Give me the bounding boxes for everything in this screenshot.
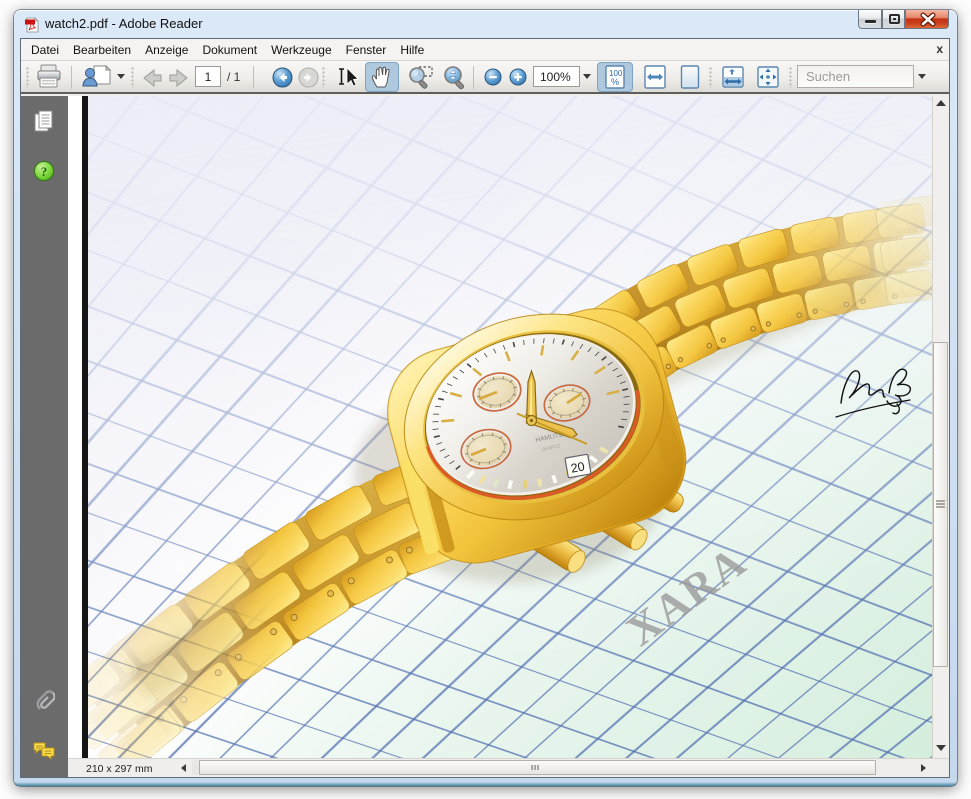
svg-text:XARA: XARA: [617, 536, 755, 655]
svg-text:20: 20: [570, 459, 586, 475]
svg-text:%: %: [611, 77, 619, 87]
svg-text:?: ?: [41, 164, 48, 179]
